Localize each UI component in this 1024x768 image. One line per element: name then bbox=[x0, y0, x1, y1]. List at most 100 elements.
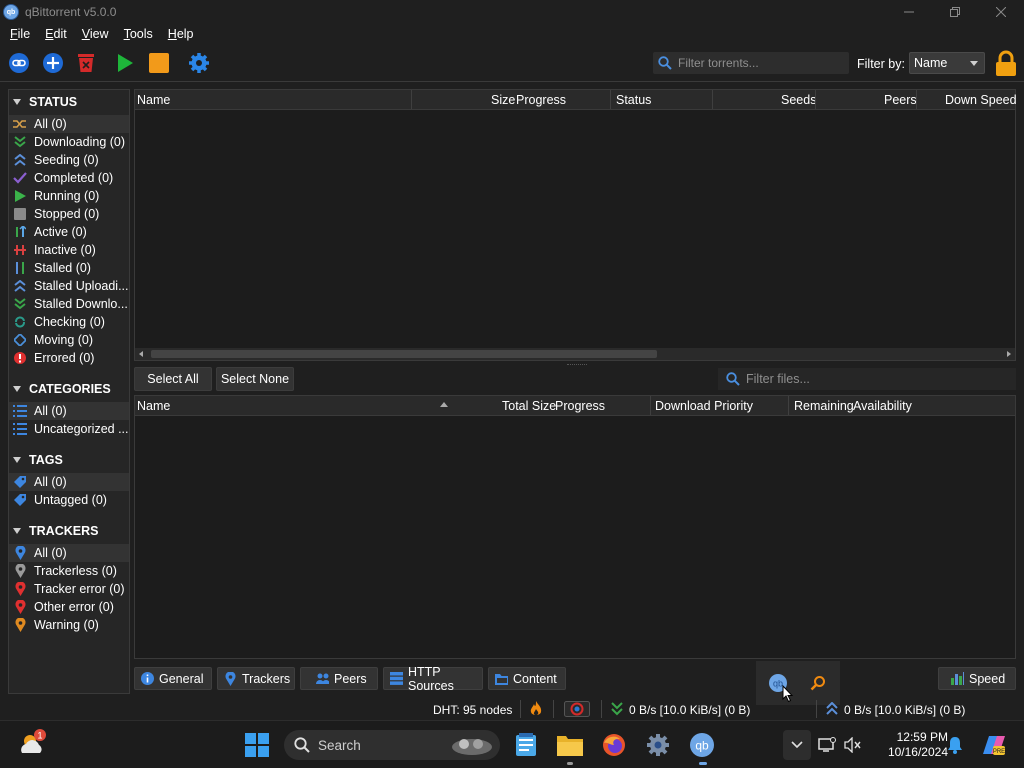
qbittorrent-app[interactable]: qb bbox=[688, 731, 716, 759]
clock[interactable]: 12:59 PM 10/16/2024 bbox=[872, 730, 948, 760]
status-item-moving[interactable]: Moving (0) bbox=[9, 331, 129, 349]
options-button[interactable] bbox=[187, 51, 211, 75]
search-tray-icon[interactable] bbox=[810, 675, 826, 691]
status-item-seeding[interactable]: Seeding (0) bbox=[9, 151, 129, 169]
column-progress[interactable]: Progress bbox=[516, 93, 566, 107]
status-item-active[interactable]: Active (0) bbox=[9, 223, 129, 241]
moving-icon bbox=[13, 333, 27, 347]
notification-bell-icon[interactable] bbox=[944, 731, 966, 759]
remove-torrent-button[interactable] bbox=[74, 51, 98, 75]
notepad-app[interactable] bbox=[512, 731, 540, 759]
speed-button[interactable]: Speed bbox=[938, 667, 1016, 690]
add-torrent-file-button[interactable] bbox=[41, 51, 65, 75]
file-column-priority[interactable]: Download Priority bbox=[655, 399, 753, 413]
status-item-completed[interactable]: Completed (0) bbox=[9, 169, 129, 187]
tracker-item-other-error[interactable]: Other error (0) bbox=[9, 598, 129, 616]
pin-icon bbox=[13, 564, 27, 578]
show-hidden-icons-button[interactable] bbox=[783, 730, 811, 760]
lock-icon[interactable] bbox=[993, 50, 1019, 78]
file-search-input[interactable]: Filter files... bbox=[718, 368, 1016, 390]
tracker-item-warning[interactable]: Warning (0) bbox=[9, 616, 129, 634]
column-name[interactable]: Name bbox=[137, 93, 170, 107]
tab-content[interactable]: Content bbox=[488, 667, 566, 690]
minimize-button[interactable] bbox=[886, 0, 932, 24]
stalled-upload-icon bbox=[13, 279, 27, 293]
copilot-icon[interactable]: PRE bbox=[978, 731, 1008, 759]
file-column-progress[interactable]: Progress bbox=[555, 399, 605, 413]
file-column-total-size[interactable]: Total Size bbox=[502, 399, 556, 413]
column-seeds[interactable]: Seeds bbox=[781, 93, 816, 107]
file-explorer-app[interactable] bbox=[556, 731, 584, 759]
volume-muted-icon[interactable] bbox=[842, 731, 864, 759]
window-title: qBittorrent v5.0.0 bbox=[25, 5, 117, 19]
pause-button[interactable] bbox=[147, 51, 171, 75]
status-item-inactive[interactable]: Inactive (0) bbox=[9, 241, 129, 259]
file-column-name[interactable]: Name bbox=[137, 399, 170, 413]
tab-http-sources[interactable]: HTTP Sources bbox=[383, 665, 483, 693]
start-button[interactable] bbox=[243, 731, 271, 759]
column-status[interactable]: Status bbox=[616, 93, 651, 107]
tracker-item-all[interactable]: All (0) bbox=[9, 544, 129, 562]
server-icon bbox=[390, 672, 403, 685]
status-section-header[interactable]: STATUS bbox=[9, 92, 129, 112]
file-column-availability[interactable]: Availability bbox=[853, 399, 912, 413]
weather-widget-icon[interactable]: 1 bbox=[18, 729, 46, 757]
category-item-uncategorized[interactable]: Uncategorized ... bbox=[9, 420, 129, 438]
torrent-search-input[interactable]: Filter torrents... bbox=[653, 52, 849, 74]
search-icon bbox=[294, 737, 310, 753]
menu-edit[interactable]: Edit bbox=[40, 27, 72, 41]
settings-app[interactable] bbox=[644, 731, 672, 759]
scrollbar-thumb[interactable] bbox=[151, 350, 657, 358]
menu-tools[interactable]: Tools bbox=[119, 27, 158, 41]
torrent-list[interactable]: Name Size Progress Status Seeds Peers Do… bbox=[134, 89, 1017, 361]
category-item-all[interactable]: All (0) bbox=[9, 402, 129, 420]
tab-peers[interactable]: Peers bbox=[300, 667, 378, 690]
column-peers[interactable]: Peers bbox=[884, 93, 917, 107]
tag-item-untagged[interactable]: Untagged (0) bbox=[9, 491, 129, 509]
menu-view[interactable]: View bbox=[77, 27, 114, 41]
scroll-left-icon[interactable] bbox=[139, 351, 143, 357]
categories-section-header[interactable]: CATEGORIES bbox=[9, 379, 129, 399]
upload-speed-status[interactable]: 0 B/s [10.0 KiB/s] (0 B) bbox=[844, 703, 965, 717]
resume-button[interactable] bbox=[113, 51, 137, 75]
add-torrent-link-button[interactable] bbox=[7, 51, 31, 75]
horizontal-scrollbar[interactable] bbox=[135, 348, 1015, 360]
content-file-list[interactable]: Name Total Size Progress Download Priori… bbox=[134, 395, 1016, 659]
network-icon[interactable] bbox=[816, 731, 838, 759]
status-item-stalled-uploading[interactable]: Stalled Uploadi... bbox=[9, 277, 129, 295]
tag-item-all[interactable]: All (0) bbox=[9, 473, 129, 491]
status-item-downloading[interactable]: Downloading (0) bbox=[9, 133, 129, 151]
status-item-all[interactable]: All (0) bbox=[9, 115, 129, 133]
close-button[interactable] bbox=[978, 0, 1024, 24]
tab-trackers[interactable]: Trackers bbox=[217, 667, 295, 690]
tags-section-header[interactable]: TAGS bbox=[9, 450, 129, 470]
status-item-running[interactable]: Running (0) bbox=[9, 187, 129, 205]
menu-file[interactable]: File bbox=[5, 27, 35, 41]
status-item-stalled-downloading[interactable]: Stalled Downlo... bbox=[9, 295, 129, 313]
stop-icon bbox=[149, 53, 169, 73]
tracker-item-tracker-error[interactable]: Tracker error (0) bbox=[9, 580, 129, 598]
minimize-icon bbox=[904, 11, 914, 13]
status-item-stopped[interactable]: Stopped (0) bbox=[9, 205, 129, 223]
maximize-button[interactable] bbox=[932, 0, 978, 24]
menu-help[interactable]: Help bbox=[163, 27, 199, 41]
file-column-remaining[interactable]: Remaining bbox=[794, 399, 854, 413]
status-item-stalled[interactable]: Stalled (0) bbox=[9, 259, 129, 277]
filter-by-select[interactable]: Name bbox=[909, 52, 985, 74]
status-item-checking[interactable]: Checking (0) bbox=[9, 313, 129, 331]
flame-icon[interactable] bbox=[529, 701, 543, 717]
column-down-speed[interactable]: Down Speed bbox=[945, 93, 1017, 107]
select-none-button[interactable]: Select None bbox=[216, 367, 294, 391]
trackers-section-header[interactable]: TRACKERS bbox=[9, 521, 129, 541]
download-speed-status[interactable]: 0 B/s [10.0 KiB/s] (0 B) bbox=[629, 703, 750, 717]
firefox-app[interactable] bbox=[600, 731, 628, 759]
tab-general[interactable]: General bbox=[134, 667, 212, 690]
tracker-item-trackerless[interactable]: Trackerless (0) bbox=[9, 562, 129, 580]
column-size[interactable]: Size bbox=[491, 93, 515, 107]
taskbar-search-box[interactable]: Search bbox=[284, 730, 500, 760]
pane-splitter[interactable] bbox=[567, 364, 587, 366]
select-all-button[interactable]: Select All bbox=[134, 367, 212, 391]
scroll-right-icon[interactable] bbox=[1007, 351, 1011, 357]
status-item-errored[interactable]: Errored (0) bbox=[9, 349, 129, 367]
alt-speed-icon[interactable] bbox=[564, 701, 590, 717]
